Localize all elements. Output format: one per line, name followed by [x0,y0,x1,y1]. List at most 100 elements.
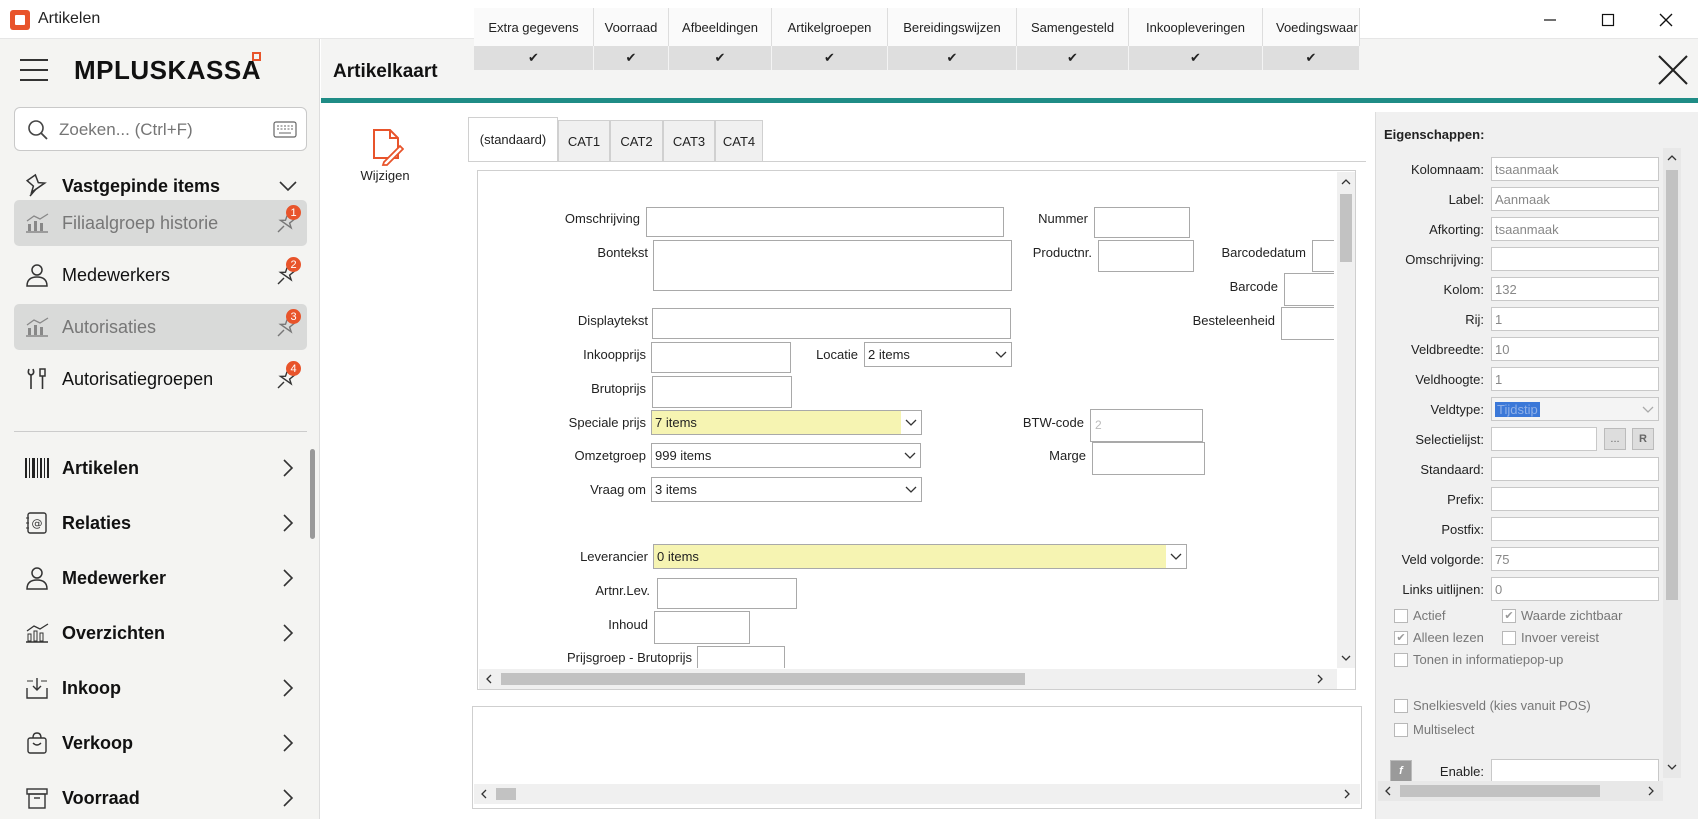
sidebar-item-medewerker[interactable]: Medewerker [14,555,307,601]
brutoprijs-field[interactable] [652,376,792,408]
barcode-field[interactable] [1284,273,1334,306]
scroll-thumb[interactable] [1340,194,1352,262]
enable-label: Enable: [1439,764,1484,779]
displaytekst-field[interactable] [652,308,1011,339]
sidebar-item-inkoop[interactable]: Inkoop [14,665,307,711]
detail-tab-afbeeldingen[interactable]: Afbeeldingen [669,8,772,46]
detail-tab-extra-gegevens[interactable]: Extra gegevens [474,8,594,46]
detail-tab-bereidingswijzen[interactable]: Bereidingswijzen [888,8,1017,46]
chevron-down-icon[interactable] [273,171,303,201]
postfix-label: Postfix: [1441,522,1484,537]
kolom-input[interactable]: 132 [1491,277,1659,301]
omschrijving-field[interactable] [646,207,1004,237]
sidebar-item-overzichten[interactable]: Overzichten [14,610,307,656]
selectielijst-input[interactable] [1491,427,1597,451]
minimize-button[interactable] [1521,0,1579,39]
afkorting-input[interactable]: tsaanmaak [1491,217,1659,241]
properties-vertical-scrollbar[interactable] [1663,148,1681,778]
snelkiesveld-checkbox[interactable]: Snelkiesveld (kies vanuit POS) [1394,698,1591,713]
edit-button[interactable]: Wijzigen [340,126,430,186]
detail-tab-voedingswaarden[interactable]: Voedingswaar [1263,8,1360,46]
detail-tab-voorraad[interactable]: Voorraad [594,8,669,46]
waarde-zichtbaar-checkbox[interactable]: ✔ Waarde zichtbaar [1502,608,1622,623]
detail-tab-samengesteld[interactable]: Samengesteld [1017,8,1129,46]
search-input[interactable] [59,118,259,142]
sidebar-item-verkoop[interactable]: Verkoop [14,720,307,766]
productnr-field[interactable] [1098,240,1194,272]
pinned-item-medewerkers[interactable]: Medewerkers 2 [14,252,307,298]
selectielijst-reset-button[interactable]: R [1632,428,1654,450]
marge-field[interactable] [1092,442,1205,475]
barcodedatum-field[interactable] [1312,240,1334,272]
veld-volgorde-input[interactable]: 75 [1491,547,1659,571]
sidebar-item-relaties[interactable]: @ Relaties [14,500,307,546]
properties-horizontal-scrollbar[interactable] [1378,781,1663,801]
links-uitlijnen-input[interactable]: 0 [1491,577,1659,601]
pinned-item-autorisaties[interactable]: Autorisaties 3 [14,304,307,350]
veldbreedte-input[interactable]: 10 [1491,337,1659,361]
tab-cat2[interactable]: CAT2 [610,120,663,161]
pinned-item-filiaalgroep-historie[interactable]: Filiaalgroep historie 1 [14,200,307,246]
search-icon [28,120,48,140]
invoer-vereist-checkbox[interactable]: Invoer vereist [1502,630,1599,645]
omzetgroep-select[interactable]: 999 items [651,443,921,468]
scroll-thumb[interactable] [496,788,516,800]
selectielijst-browse-button[interactable]: ... [1604,428,1626,450]
leverancier-select[interactable]: 0 items [653,544,1187,569]
unpin-icon[interactable]: 3 [269,309,303,342]
unpin-icon[interactable]: 1 [269,205,303,238]
close-page-button[interactable] [1656,53,1690,87]
standaard-input[interactable] [1491,457,1659,481]
prefix-input[interactable] [1491,487,1659,511]
detail-tab-inkoopleveringen[interactable]: Inkoopleveringen [1129,8,1263,46]
detail-tab-artikelgroepen[interactable]: Artikelgroepen [772,8,888,46]
form-horizontal-scrollbar[interactable] [479,669,1337,689]
besteleenheid-field[interactable] [1281,307,1334,340]
sidebar-scrollbar[interactable] [310,449,315,539]
locatie-select[interactable]: 2 items [864,342,1012,367]
sidebar-item-voorraad[interactable]: Voorraad [14,775,307,819]
tab-cat4[interactable]: CAT4 [715,120,763,161]
alleen-lezen-checkbox[interactable]: ✔ Alleen lezen [1394,630,1484,645]
scroll-thumb[interactable] [1666,170,1678,600]
detail-horizontal-scrollbar[interactable] [474,784,1360,804]
veldhoogte-input[interactable]: 1 [1491,367,1659,391]
rij-input[interactable]: 1 [1491,307,1659,331]
inkoopprijs-label: Inkoopprijs [583,347,646,362]
postfix-input[interactable] [1491,517,1659,541]
bontekst-field[interactable] [653,240,1012,291]
maximize-button[interactable] [1579,0,1637,39]
keyboard-icon[interactable] [273,121,297,138]
scroll-thumb[interactable] [1400,785,1600,797]
nummer-field[interactable] [1094,207,1190,238]
veldtype-select[interactable]: Tijdstip [1491,397,1659,421]
speciale-prijs-select[interactable]: 7 items [651,410,922,435]
tab-cat1[interactable]: CAT1 [558,120,610,161]
artnr-lev-field[interactable] [657,578,797,609]
tab-standaard[interactable]: (standaard) [468,117,558,161]
btw-code-field[interactable]: 2 [1090,409,1203,442]
scroll-thumb[interactable] [501,673,1025,685]
omschrijving-prop-input[interactable] [1491,247,1659,271]
unpin-icon[interactable]: 4 [269,361,303,394]
enable-input[interactable] [1491,759,1659,783]
kolomnaam-input[interactable]: tsaanmaak [1491,157,1659,181]
close-window-button[interactable] [1637,0,1695,39]
vraag-om-select[interactable]: 3 items [651,477,922,502]
hamburger-menu-icon[interactable] [20,59,48,81]
tab-cat3[interactable]: CAT3 [663,120,715,161]
form-vertical-scrollbar[interactable] [1337,172,1355,668]
pinned-item-autorisatiegroepen[interactable]: Autorisatiegroepen 4 [14,356,307,402]
inhoud-field[interactable] [654,611,750,644]
unpin-icon[interactable]: 2 [269,257,303,290]
actief-checkbox[interactable]: Actief [1394,608,1446,623]
brand-logo: MPLUSKASSA [74,55,262,85]
label-input[interactable]: Aanmaak [1491,187,1659,211]
sidebar-item-artikelen[interactable]: Artikelen [14,445,307,491]
tonen-popup-checkbox[interactable]: Tonen in informatiepop-up [1394,652,1563,667]
search-box[interactable] [14,107,307,151]
inkoopprijs-field[interactable] [651,342,791,373]
multiselect-checkbox[interactable]: Multiselect [1394,722,1474,737]
prijsgroep-field[interactable] [697,646,785,668]
check-icon: ✔ [474,46,594,70]
